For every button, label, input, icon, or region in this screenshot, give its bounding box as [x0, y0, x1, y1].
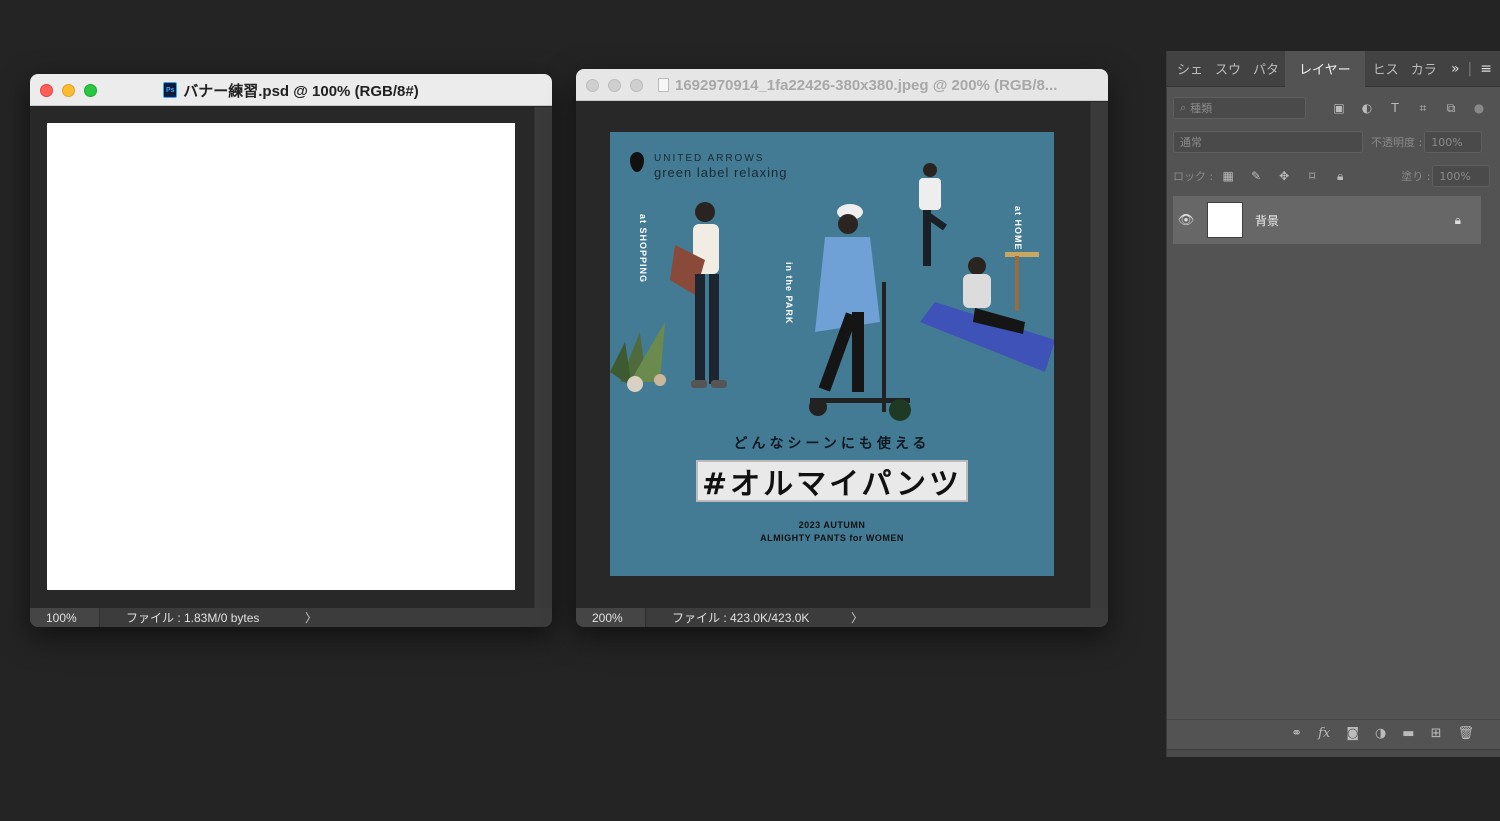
- link-layers-icon[interactable]: ⚭: [1291, 726, 1302, 741]
- panel-menu: » | ≡: [1451, 51, 1492, 87]
- layer-name[interactable]: 背景: [1255, 212, 1279, 229]
- layer-lock-icon[interactable]: 🔒︎: [1455, 213, 1461, 228]
- lock-row: ロック : ▦ ✎ ✥ ⌑ 🔒︎ 塗り : 100%: [1167, 165, 1500, 187]
- adjustment-layer-filter-icon[interactable]: ◐: [1360, 101, 1374, 115]
- tab-history[interactable]: ヒス: [1365, 51, 1405, 87]
- vertical-scrollbar[interactable]: [1090, 102, 1108, 608]
- brand-subname: green label relaxing: [654, 165, 788, 180]
- add-mask-icon[interactable]: ◙: [1346, 726, 1359, 741]
- lock-label: ロック :: [1173, 170, 1214, 183]
- new-group-folder-icon[interactable]: ▬: [1402, 726, 1414, 741]
- layer-item-background[interactable]: 👁︎ 背景 🔒︎: [1173, 196, 1481, 244]
- lock-transparency-icon[interactable]: ▦: [1221, 169, 1235, 183]
- more-tabs-icon[interactable]: »: [1451, 61, 1460, 77]
- woman-yoga-mat-figure: [920, 252, 1054, 372]
- shape-layer-filter-icon[interactable]: ⌗: [1416, 101, 1430, 115]
- panel-footer: ⚭ fx ◙ ◑ ▬ ⊞ 🗑︎: [1167, 719, 1500, 747]
- lock-all-icon[interactable]: 🔒︎: [1333, 169, 1347, 183]
- delete-layer-icon[interactable]: 🗑︎: [1457, 726, 1474, 741]
- blend-mode-select[interactable]: 通常: [1173, 131, 1363, 153]
- file-info: ファイル : 1.83M/0 bytes: [126, 611, 260, 625]
- window-titlebar[interactable]: Ps バナー練習.psd @ 100% (RGB/8#): [30, 74, 552, 106]
- opacity-label: 不透明度 :: [1371, 136, 1423, 149]
- layer-thumbnail: [1207, 202, 1243, 238]
- pixel-layer-filter-icon[interactable]: ▣: [1332, 101, 1346, 115]
- blend-row: 通常 不透明度 : 100%: [1167, 131, 1500, 153]
- banner-headline: #オルマイパンツ: [696, 460, 968, 502]
- panel-tabs: シェ スウ パタ レイヤー ヒス カラ » | ≡: [1167, 50, 1500, 87]
- white-document-canvas[interactable]: [47, 123, 515, 590]
- window-title: Ps バナー練習.psd @ 100% (RGB/8#): [30, 74, 552, 106]
- type-layer-filter-icon[interactable]: T: [1388, 101, 1402, 115]
- tab-layers[interactable]: レイヤー: [1285, 50, 1365, 87]
- canvas-area[interactable]: [30, 107, 534, 608]
- zoom-level[interactable]: 200%: [576, 608, 646, 627]
- document-window-psd[interactable]: Ps バナー練習.psd @ 100% (RGB/8#) 100% ファイル :…: [30, 74, 552, 627]
- window-titlebar[interactable]: 1692970914_1fa22426-380x380.jpeg @ 200% …: [576, 69, 1108, 101]
- panel-bottom-edge: [1167, 749, 1500, 757]
- status-bar: 200% ファイル : 423.0K/423.0K 〉: [576, 608, 1108, 627]
- woman-shopping-figure: [670, 202, 727, 388]
- hamburger-menu-icon[interactable]: ≡: [1480, 61, 1492, 77]
- document-window-jpeg[interactable]: 1692970914_1fa22426-380x380.jpeg @ 200% …: [576, 69, 1108, 627]
- fx-icon[interactable]: fx: [1318, 726, 1330, 741]
- vertical-scrollbar[interactable]: [534, 107, 552, 608]
- divider: |: [1467, 61, 1473, 77]
- lock-image-pixels-icon[interactable]: ✎: [1249, 169, 1263, 183]
- filter-row: ⌕ 種類 ▣ ◐ T ⌗ ⧉ ●: [1167, 97, 1500, 119]
- layer-kind-filter[interactable]: ⌕ 種類: [1173, 97, 1306, 119]
- status-chevron-icon[interactable]: 〉: [851, 609, 863, 626]
- jpeg-file-icon: [658, 78, 669, 92]
- lock-position-icon[interactable]: ✥: [1277, 169, 1291, 183]
- adjustment-layer-icon[interactable]: ◑: [1375, 726, 1386, 741]
- banner-image: UNITED ARROWS green label relaxing at SH…: [610, 132, 1054, 576]
- smart-object-filter-icon[interactable]: ⧉: [1444, 101, 1458, 115]
- search-icon: ⌕: [1180, 101, 1187, 114]
- filter-placeholder: 種類: [1190, 102, 1213, 115]
- file-info: ファイル : 423.0K/423.0K: [672, 611, 810, 625]
- status-bar: 100% ファイル : 1.83M/0 bytes 〉: [30, 608, 552, 627]
- opacity-input[interactable]: 100%: [1424, 131, 1483, 153]
- new-layer-icon[interactable]: ⊞: [1431, 726, 1442, 741]
- filter-icons: ▣ ◐ T ⌗ ⧉ ●: [1332, 101, 1500, 116]
- window-title-text: バナー練習.psd @ 100% (RGB/8#): [183, 82, 419, 100]
- brand-name: UNITED ARROWS: [654, 153, 765, 164]
- canvas-area[interactable]: UNITED ARROWS green label relaxing at SH…: [576, 102, 1090, 608]
- visibility-eye-icon[interactable]: 👁︎: [1173, 213, 1199, 228]
- banner-tagline: ALMIGHTY PANTS for WOMEN: [760, 533, 904, 543]
- banner-subcopy: どんなシーンにも使える: [733, 436, 931, 452]
- label-at-shopping: at SHOPPING: [638, 214, 648, 284]
- filter-toggle-icon[interactable]: ●: [1472, 101, 1486, 115]
- tab-styles[interactable]: スウ: [1209, 51, 1247, 87]
- zoom-level[interactable]: 100%: [30, 608, 100, 627]
- window-title: 1692970914_1fa22426-380x380.jpeg @ 200% …: [576, 69, 1108, 101]
- fill-label: 塗り :: [1401, 170, 1431, 183]
- photoshop-file-icon: Ps: [163, 82, 178, 98]
- woman-scooter-figure: [809, 204, 911, 421]
- lock-artboard-icon[interactable]: ⌑: [1305, 169, 1319, 183]
- banner-season: 2023 AUTUMN: [798, 520, 866, 530]
- tab-patterns[interactable]: パタ: [1247, 51, 1285, 87]
- layers-panel: シェ スウ パタ レイヤー ヒス カラ » | ≡ ⌕ 種類 ▣ ◐ T ⌗ ⧉…: [1166, 50, 1500, 757]
- fill-input[interactable]: 100%: [1432, 165, 1491, 187]
- tab-swatches[interactable]: シェ: [1167, 51, 1209, 87]
- brand-drop-logo-icon: [630, 152, 644, 172]
- window-title-text: 1692970914_1fa22426-380x380.jpeg @ 200% …: [675, 76, 1058, 94]
- status-chevron-icon[interactable]: 〉: [305, 609, 317, 626]
- tab-color[interactable]: カラ: [1405, 51, 1443, 87]
